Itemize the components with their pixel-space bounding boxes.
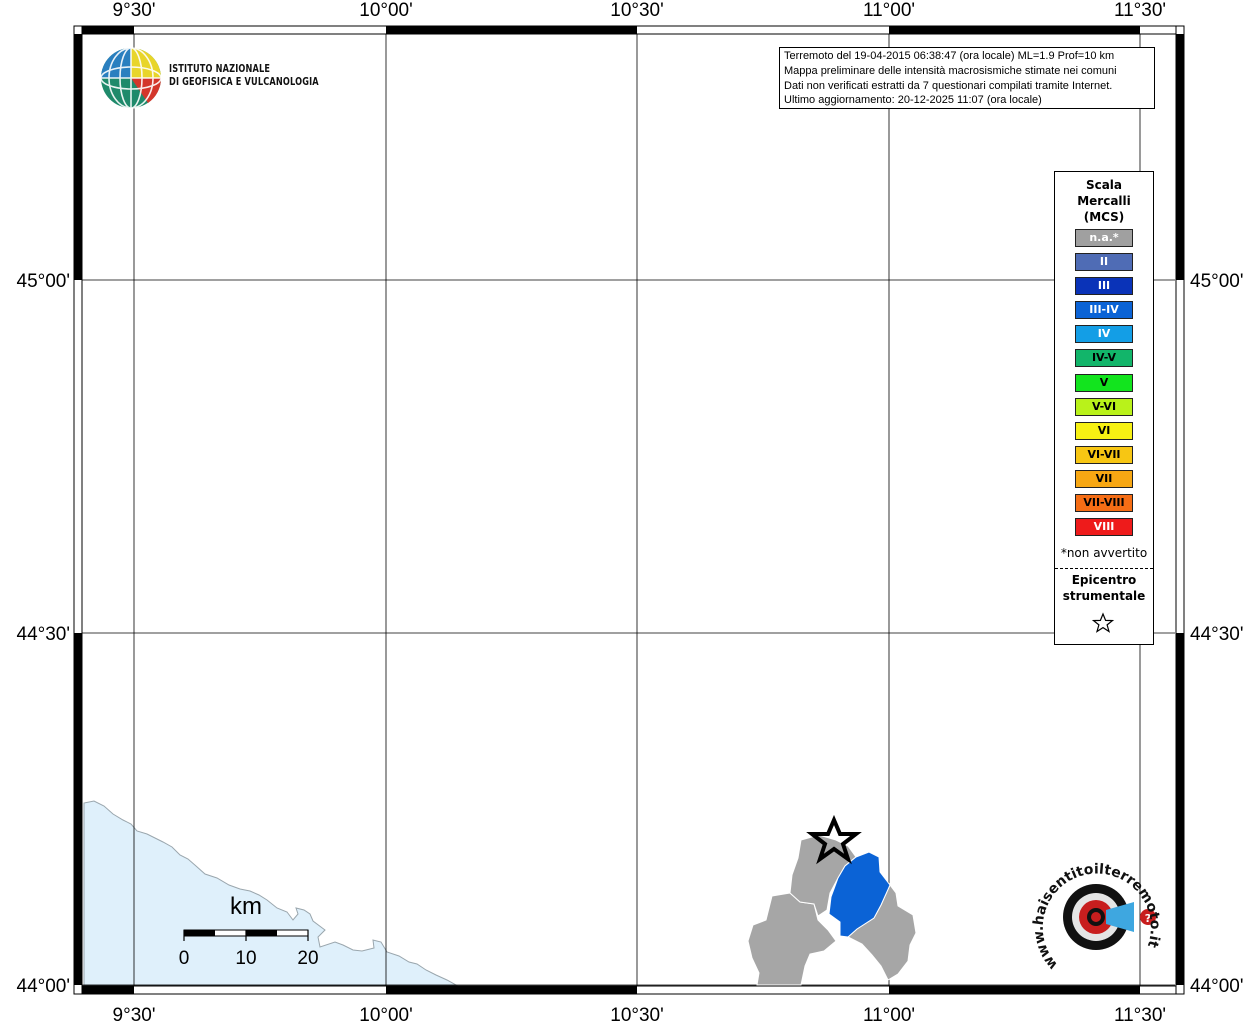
- right-label-3: 44°00': [1190, 976, 1244, 997]
- map-frame: [73, 25, 1185, 995]
- legend-divider: [1055, 568, 1153, 569]
- top-label-2: 10°00': [359, 0, 413, 21]
- legend-title: Scala Mercalli (MCS): [1055, 177, 1153, 225]
- legend-item: IV: [1075, 325, 1133, 344]
- legend-item: VII: [1075, 469, 1133, 488]
- legend-item: III: [1075, 277, 1133, 296]
- legend-item: V: [1075, 373, 1133, 392]
- scale-unit: km: [230, 893, 262, 920]
- event-info-line1: Terremoto del 19-04-2015 06:38:47 (ora l…: [784, 50, 1115, 62]
- legend-item: VIII: [1075, 518, 1133, 537]
- legend-epicenter-line2: strumentale: [1062, 589, 1146, 603]
- legend-item: VI-VII: [1075, 445, 1133, 464]
- top-label-1: 9°30': [113, 0, 156, 21]
- left-label-3: 44°00': [17, 976, 71, 997]
- bottom-label-5: 11°30': [1114, 1005, 1166, 1024]
- ingv-name-line2: DI GEOFISICA E VULCANOLOGIA: [169, 76, 319, 88]
- bottom-label-2: 10°00': [359, 1005, 413, 1024]
- legend-item: III-IV: [1075, 301, 1133, 320]
- bottom-label-4: 11°00': [863, 1005, 915, 1024]
- legend-epicenter-label: Epicentro strumentale: [1055, 572, 1153, 604]
- event-info-line3: Dati non verificati estratti da 7 questi…: [784, 79, 1113, 92]
- top-label-5: 11°30': [1114, 0, 1166, 21]
- scale-label-20: 20: [297, 948, 318, 969]
- sea-area: [83, 800, 458, 986]
- event-info-box: Terremoto del 19-04-2015 06:38:47 (ora l…: [779, 47, 1155, 109]
- legend-title-line1: Scala: [1085, 178, 1123, 192]
- top-label-4: 11°00': [863, 0, 915, 21]
- right-label-1: 45°00': [1190, 271, 1244, 292]
- legend-item: II: [1075, 253, 1133, 272]
- legend-items: n.a.* II III III-IV IV IV-V V V-VI VI VI-VII VII VI…: [1075, 229, 1133, 542]
- legend-title-line3: (MCS): [1083, 210, 1125, 224]
- bottom-label-3: 10°30': [610, 1005, 664, 1024]
- top-label-3: 10°30': [610, 0, 664, 21]
- legend-item: n.a.*: [1075, 229, 1133, 247]
- event-info-line4: Ultimo aggiornamento: 20-12-2025 11:07 (…: [784, 94, 1042, 107]
- legend-title-line2: Mercalli: [1077, 194, 1131, 208]
- legend-star-icon: [1091, 612, 1115, 633]
- left-label-1: 45°00': [17, 271, 71, 292]
- event-info-line2: Mappa preliminare delle intensità macros…: [784, 64, 1117, 77]
- legend-item: VI: [1075, 421, 1133, 440]
- right-axis-labels: 45°00' 44°30' 44°00': [1190, 271, 1244, 997]
- ingv-logo-icon: [100, 47, 162, 109]
- ingv-name-line1: ISTITUTO NAZIONALE: [169, 63, 271, 75]
- scale-label-0: 0: [179, 948, 190, 969]
- legend-item: VII-VIII: [1075, 494, 1133, 513]
- ingv-logo-text: ISTITUTO NAZIONALE DI GEOFISICA E VULCAN…: [169, 63, 319, 89]
- legend-item: IV-V: [1075, 349, 1133, 368]
- left-axis-labels: 45°00' 44°30' 44°00': [17, 271, 71, 997]
- bottom-axis-labels: 9°30' 10°00' 10°30' 11°00' 11°30': [113, 1005, 1167, 1024]
- scale-label-10: 10: [235, 948, 256, 969]
- haisentito-logo-icon: ? www.haisentitoilterremoto.it: [1031, 861, 1163, 972]
- right-label-2: 44°30': [1190, 624, 1244, 645]
- bottom-label-1: 9°30': [113, 1005, 156, 1024]
- top-axis-labels: 9°30' 10°00' 10°30' 11°00' 11°30': [113, 0, 1167, 21]
- legend-item: V-VI: [1075, 397, 1133, 416]
- legend-epicenter-line1: Epicentro: [1071, 573, 1137, 587]
- left-label-2: 44°30': [17, 624, 71, 645]
- mcs-legend: Scala Mercalli (MCS) n.a.* II III III-IV IV I…: [1054, 171, 1154, 645]
- graticule: [82, 33, 1175, 987]
- legend-note: *non avvertito: [1060, 546, 1148, 560]
